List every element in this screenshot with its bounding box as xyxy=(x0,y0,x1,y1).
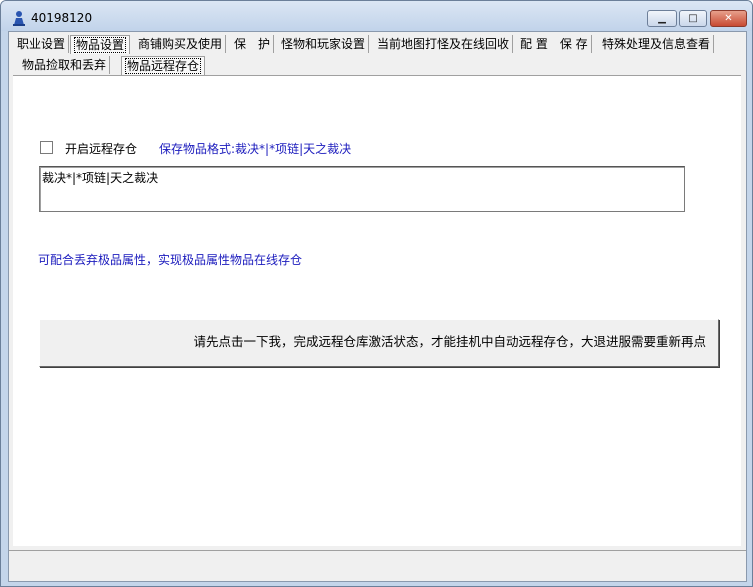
tab-label: 物品设置 xyxy=(74,37,127,53)
enable-remote-storage-label[interactable]: 开启远程存仓 xyxy=(65,140,137,157)
format-hint-label: 保存物品格式:裁决*|*项链|天之裁决 xyxy=(159,142,352,156)
info-text: 可配合丢弃极品属性，实现极品属性物品在线存仓 xyxy=(38,253,303,267)
tab-label: 物品远程存仓 xyxy=(125,58,202,74)
remote-storage-panel: 开启远程存仓 保存物品格式:裁决*|*项链|天之裁决 裁决*|*项链|天之裁决 … xyxy=(13,75,741,546)
app-window: 40198120 ▁ □ ✕ 职业设置 物品设置 商铺购买及使用 保 护 怪物和… xyxy=(0,0,753,587)
title-bar[interactable]: 40198120 ▁ □ ✕ xyxy=(1,1,752,31)
tab-label: 配 置 保 存 xyxy=(520,37,588,51)
tab-shop-purchase[interactable]: 商铺购买及使用 xyxy=(135,35,227,53)
tab-label: 保 护 xyxy=(234,37,271,51)
tab-item-settings[interactable]: 物品设置 xyxy=(70,35,131,54)
tab-label: 职业设置 xyxy=(17,37,66,51)
tab-label: 物品捡取和丢弃 xyxy=(22,58,107,72)
tab-special-info[interactable]: 特殊处理及信息查看 xyxy=(599,35,715,53)
tab-label: 特殊处理及信息查看 xyxy=(602,37,711,51)
status-bar xyxy=(9,550,746,581)
client-area: 职业设置 物品设置 商铺购买及使用 保 护 怪物和玩家设置 当前地图打怪及在线回… xyxy=(8,31,747,582)
window-title: 40198120 xyxy=(31,11,93,25)
tab-pickup-discard[interactable]: 物品捡取和丢弃 xyxy=(19,56,111,74)
activate-remote-storage-button[interactable]: 请先点击一下我，完成远程仓库激活状态，才能挂机中自动远程存仓，大退进服需要重新再… xyxy=(39,319,719,367)
tab-label: 当前地图打怪及在线回收 xyxy=(377,37,510,51)
maximize-icon: □ xyxy=(688,13,698,24)
tab-monster-player[interactable]: 怪物和玩家设置 xyxy=(278,35,370,53)
tab-job-settings[interactable]: 职业设置 xyxy=(14,35,70,53)
tab-map-recycle[interactable]: 当前地图打怪及在线回收 xyxy=(374,35,514,53)
tab-config-save[interactable]: 配 置 保 存 xyxy=(517,35,592,53)
close-icon: ✕ xyxy=(724,13,733,24)
tab-label: 怪物和玩家设置 xyxy=(281,37,366,51)
storage-items-input[interactable]: 裁决*|*项链|天之裁决 xyxy=(39,166,685,212)
tab-protection[interactable]: 保 护 xyxy=(231,35,275,53)
minimize-button[interactable]: ▁ xyxy=(647,10,677,27)
user-figure-icon xyxy=(13,11,25,26)
tab-label: 商铺购买及使用 xyxy=(138,37,223,51)
close-button[interactable]: ✕ xyxy=(710,10,747,27)
minimize-icon: ▁ xyxy=(658,13,666,24)
tab-remote-storage[interactable]: 物品远程存仓 xyxy=(121,56,206,75)
enable-remote-storage-checkbox[interactable] xyxy=(40,141,53,154)
maximize-button[interactable]: □ xyxy=(679,10,707,27)
